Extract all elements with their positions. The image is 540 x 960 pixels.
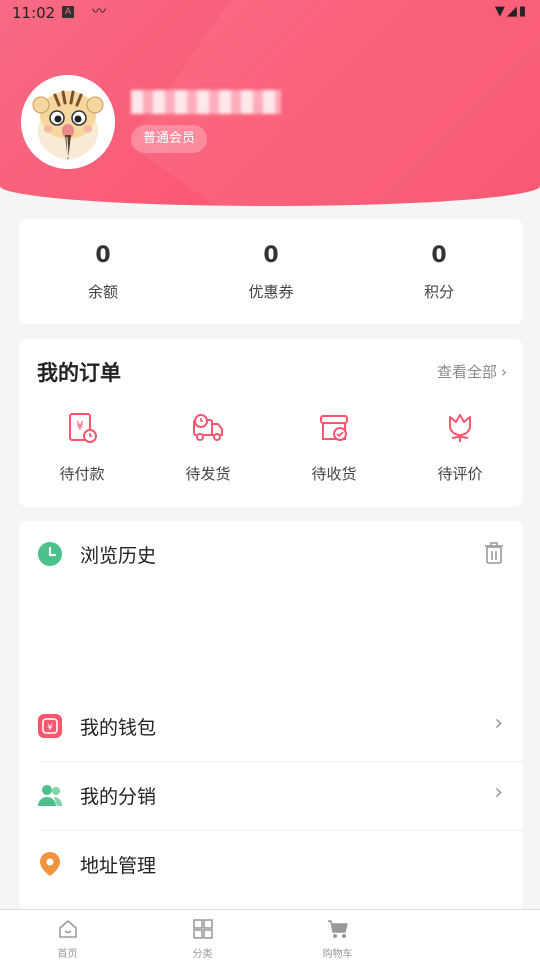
- pending-payment-icon: ¥: [69, 413, 97, 443]
- notification-a-icon: A: [62, 6, 74, 18]
- stat-points[interactable]: 0 积分: [355, 219, 523, 324]
- username-blurred: [131, 90, 281, 114]
- hamster-avatar-icon: [21, 75, 115, 169]
- browsing-history-label: 浏览历史: [80, 545, 157, 567]
- order-pending-receipt[interactable]: 待收货: [271, 411, 397, 484]
- order-pending-review[interactable]: 待评价: [397, 411, 523, 484]
- tab-home[interactable]: 首页: [0, 910, 135, 960]
- my-wallet-label: 我的钱包: [80, 717, 157, 739]
- orders-title: 我的订单: [37, 361, 121, 385]
- chevron-right-icon: ›: [501, 363, 507, 381]
- menu-card: 浏览历史 ¥ 我的钱包 › 我的分销 › 地址管理: [19, 521, 523, 911]
- truck-icon: [193, 414, 223, 441]
- points-value: 0: [431, 243, 447, 268]
- chevron-right-icon: ›: [494, 780, 503, 805]
- balance-value: 0: [95, 243, 111, 268]
- menu-browsing-history[interactable]: 浏览历史: [19, 521, 523, 589]
- home-icon: [58, 920, 77, 938]
- order-pending-payment[interactable]: ¥ 待付款: [19, 411, 145, 484]
- pending-payment-label: 待付款: [59, 465, 105, 483]
- signal-wave-icon: 〰: [92, 4, 106, 20]
- view-all-orders-link[interactable]: 查看全部 ›: [437, 361, 507, 382]
- my-distribution-label: 我的分销: [80, 786, 157, 808]
- stat-balance[interactable]: 0 余额: [19, 219, 187, 324]
- status-time: 11:02: [12, 4, 56, 22]
- address-management-label: 地址管理: [80, 855, 157, 877]
- package-check-icon: [320, 415, 348, 441]
- pending-shipment-label: 待发货: [185, 465, 231, 483]
- location-pin-icon: [40, 852, 60, 876]
- cart-icon: [327, 920, 348, 938]
- coupons-label: 优惠券: [248, 283, 294, 301]
- status-bar: 11:02 A 〰 ▼◢▮: [0, 0, 540, 26]
- tab-home-label: 首页: [57, 949, 78, 960]
- pending-review-label: 待评价: [437, 465, 483, 483]
- order-pending-shipment[interactable]: 待发货: [145, 411, 271, 484]
- chevron-right-icon: ›: [494, 711, 503, 736]
- balance-label: 余额: [87, 283, 118, 301]
- tab-cart-label: 购物车: [322, 949, 353, 960]
- svg-text:¥: ¥: [47, 723, 53, 733]
- menu-my-wallet[interactable]: ¥ 我的钱包 ›: [19, 693, 523, 761]
- orders-card: 我的订单 查看全部 › ¥ 待付款 待发货 待收货 待评价: [19, 339, 523, 507]
- stats-card: 0 余额 0 优惠券 0 积分: [19, 219, 523, 324]
- menu-my-distribution[interactable]: 我的分销 ›: [19, 762, 523, 830]
- tab-category-label: 分类: [192, 949, 213, 960]
- svg-text:¥: ¥: [76, 419, 84, 433]
- view-all-label: 查看全部: [436, 363, 497, 381]
- stat-coupons[interactable]: 0 优惠券: [187, 219, 355, 324]
- coupons-value: 0: [263, 243, 279, 268]
- clock-icon: [38, 542, 62, 566]
- wallet-icon: ¥: [38, 714, 62, 738]
- menu-address-management[interactable]: 地址管理: [19, 831, 523, 899]
- grid-icon: [192, 919, 213, 939]
- points-label: 积分: [423, 283, 454, 301]
- bottom-tab-bar: 首页 分类 购物车: [0, 909, 540, 960]
- member-level-badge: 普通会员: [131, 125, 208, 153]
- tab-cart[interactable]: 购物车: [270, 910, 405, 960]
- avatar[interactable]: [21, 75, 115, 169]
- system-status-icons: ▼◢▮: [494, 4, 528, 19]
- tab-category[interactable]: 分类: [135, 910, 270, 960]
- users-icon: [38, 785, 63, 806]
- flower-icon: [449, 414, 471, 442]
- pending-receipt-label: 待收货: [311, 465, 357, 483]
- trash-icon[interactable]: [483, 541, 505, 565]
